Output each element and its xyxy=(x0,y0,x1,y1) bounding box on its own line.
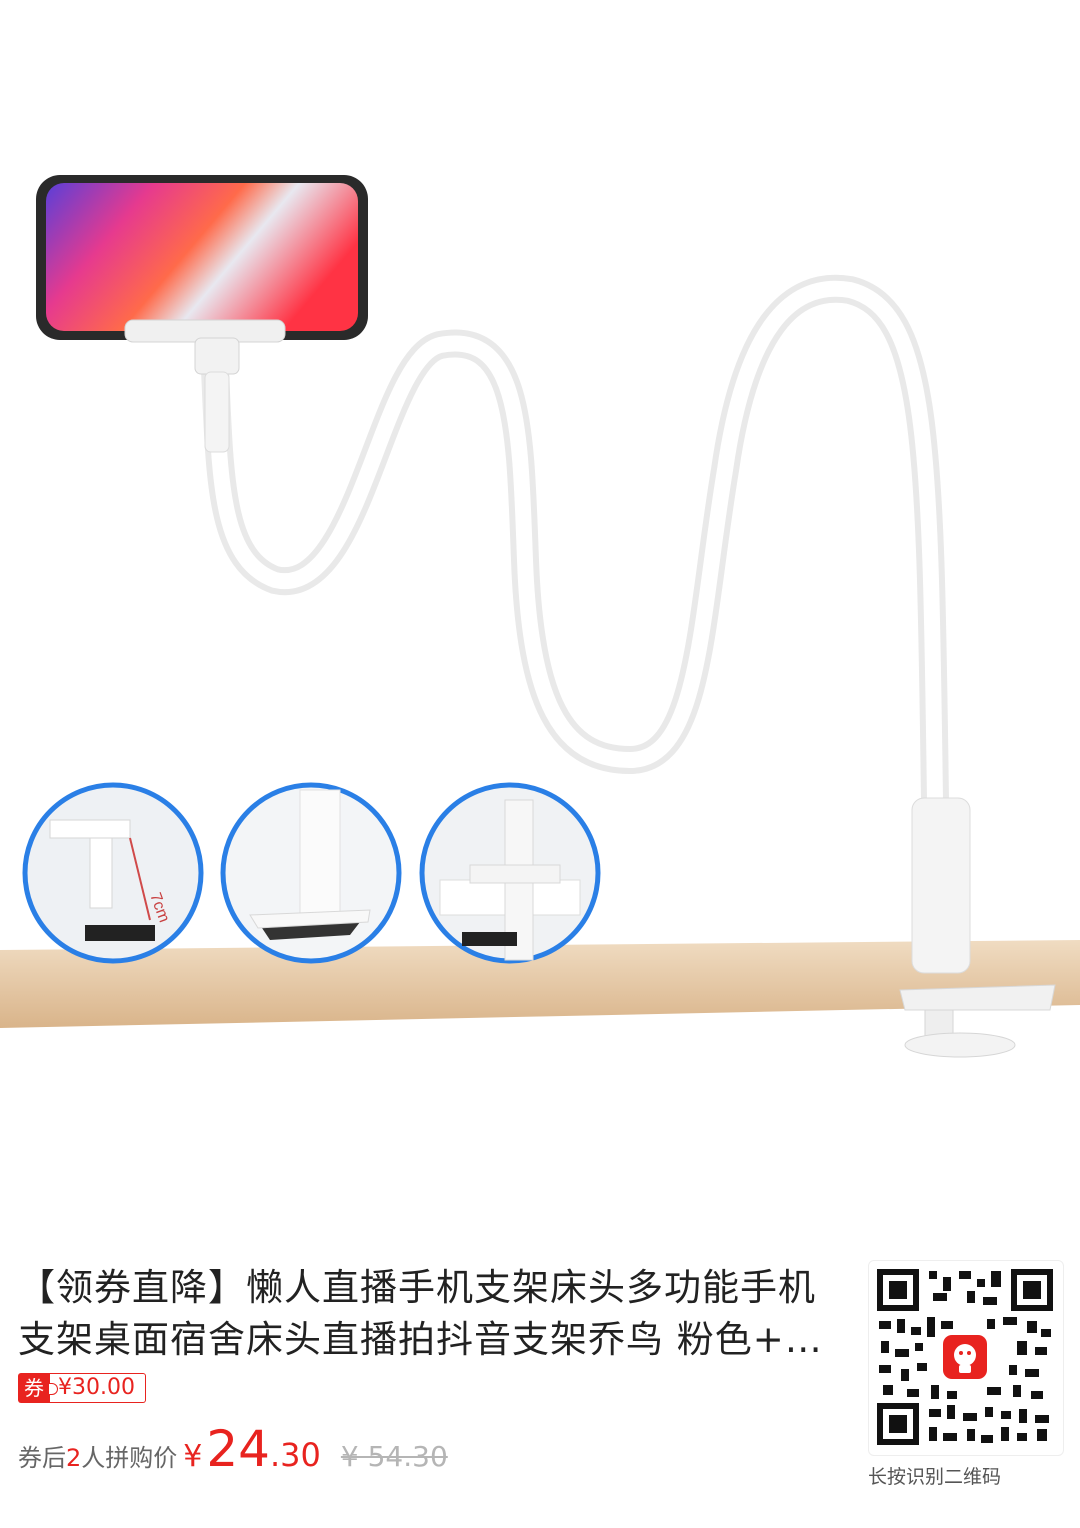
detail-circle-3 xyxy=(419,782,601,964)
product-image[interactable]: 7cm xyxy=(0,0,1080,1240)
qr-code-image xyxy=(877,1269,1053,1445)
price-currency-symbol: ¥ xyxy=(183,1439,203,1474)
price-label-prefix: 券后 xyxy=(18,1444,66,1472)
detail-circle-2 xyxy=(220,782,402,964)
detail-circle-1: 7cm xyxy=(22,782,204,964)
price-row: 券后 2 人拼购价 ¥ 24 .30 ¥ 54.30 xyxy=(18,1420,448,1480)
coupon-value: ¥30.00 xyxy=(49,1373,146,1403)
coupon-tag: 券 xyxy=(18,1373,50,1403)
group-count: 2 xyxy=(66,1444,82,1472)
qr-code[interactable] xyxy=(868,1260,1064,1456)
coupon-badge[interactable]: 券 ¥30.00 xyxy=(18,1373,146,1403)
qr-caption: 长按识别二维码 xyxy=(868,1466,1002,1488)
product-title[interactable]: 【领券直降】懒人直播手机支架床头多功能手机支架桌面宿舍床头直播拍抖音支架乔鸟 粉… xyxy=(18,1262,848,1366)
phone-holder-illustration: 7cm xyxy=(0,0,1080,1240)
price-decimal: .30 xyxy=(270,1436,321,1474)
price-integer: 24 xyxy=(206,1420,270,1478)
original-price: ¥ 54.30 xyxy=(340,1440,448,1473)
price-label-suffix: 人拼购价 xyxy=(81,1444,178,1472)
